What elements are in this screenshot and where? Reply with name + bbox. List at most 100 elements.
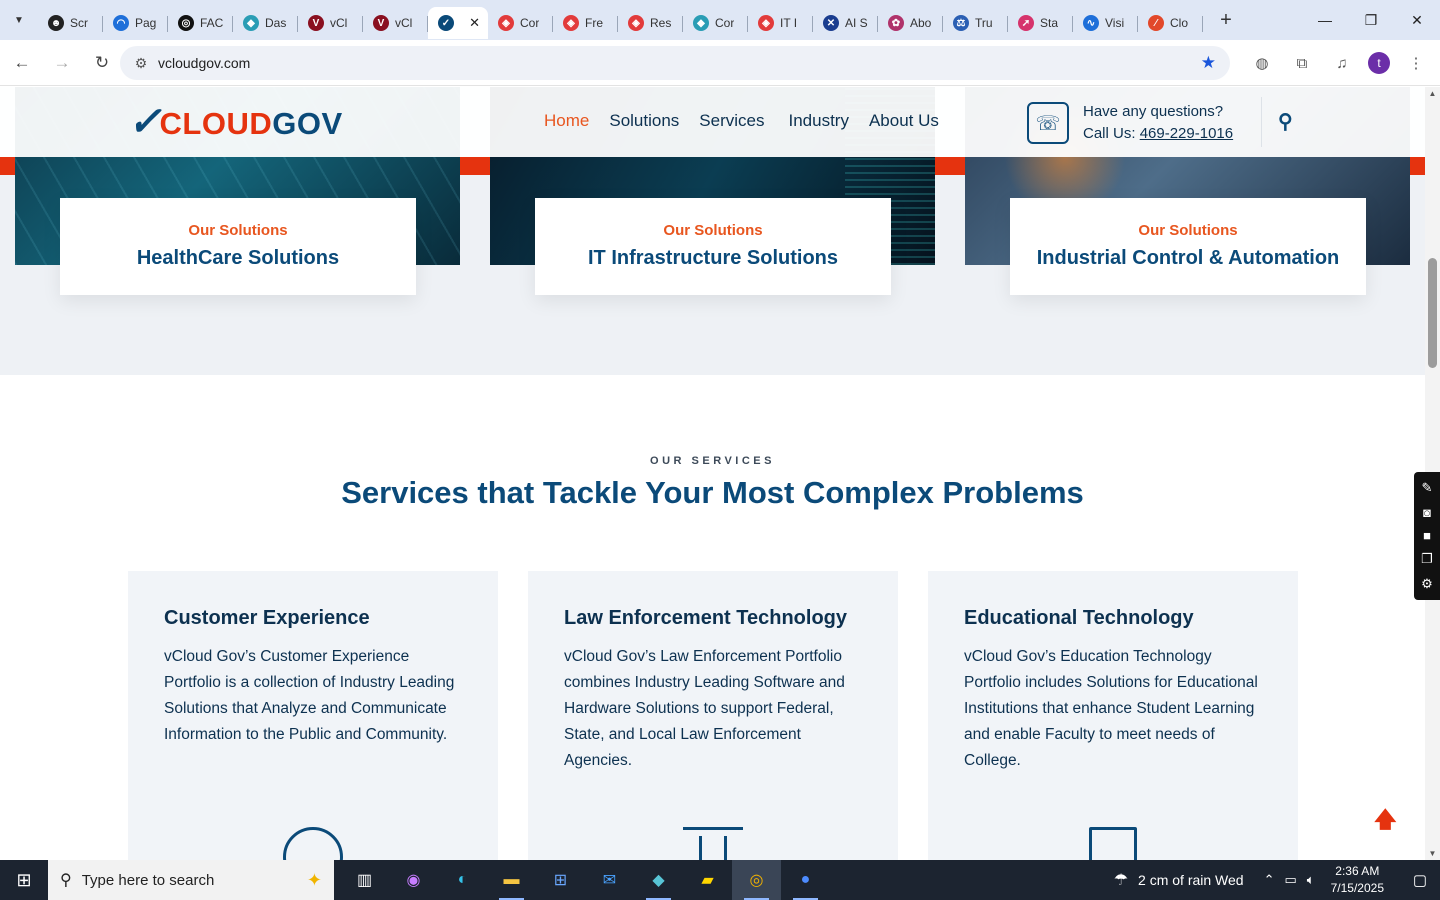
widget-pen-icon[interactable]: ✎ — [1422, 480, 1433, 496]
profile-avatar[interactable]: t — [1368, 52, 1390, 74]
browser-tab-strip: ▼ ☻ Scr ◠ Pag ◎ FAC ◆ Das VvCl VvCl ✓ ✕ ◈ Cor ◈ Fre ◈ Res… — [0, 0, 1440, 40]
service-card-educational-technology[interactable]: Educational Technology vCloud Gov’s Educ… — [928, 571, 1298, 860]
new-tab-button[interactable]: + — [1211, 5, 1241, 35]
media-control-icon[interactable]: ♫ — [1328, 46, 1356, 80]
solution-card-healthcare[interactable]: Our Solutions HealthCare Solutions — [60, 198, 416, 295]
nav-home[interactable]: Home — [544, 111, 589, 131]
solution-title[interactable]: HealthCare Solutions — [60, 247, 416, 270]
solution-title[interactable]: Industrial Control & Automation — [1010, 247, 1366, 270]
sticky-notes-icon[interactable]: ▰ — [683, 860, 732, 900]
service-card-customer-experience[interactable]: Customer Experience vCloud Gov’s Custome… — [128, 571, 498, 860]
camera-icon[interactable]: ◙ — [1423, 505, 1431, 520]
tab-favicon-icon: ◈ — [498, 15, 514, 31]
browser-tab[interactable]: ∿ Visi — [1073, 7, 1138, 39]
service-title[interactable]: Law Enforcement Technology — [564, 607, 862, 630]
minimize-icon: — — [1318, 12, 1332, 28]
task-view-icon[interactable]: ▥ — [340, 860, 389, 900]
chrome-icon[interactable]: ◎ — [732, 860, 781, 900]
browser-tab[interactable]: ➚ Sta — [1008, 7, 1073, 39]
accent-bar — [460, 157, 490, 175]
browser-tab[interactable]: VvCl — [298, 7, 363, 39]
close-window-button[interactable]: ✕ — [1394, 0, 1440, 40]
accent-bar — [1410, 157, 1425, 175]
bookmark-star-icon[interactable]: ★ — [1201, 53, 1216, 73]
microsoft-store-icon[interactable]: ⊞ — [536, 860, 585, 900]
tab-title: Visi — [1105, 16, 1125, 30]
vpn-app-icon[interactable]: ◆ — [634, 860, 683, 900]
browser-tab[interactable]: ⚖ Tru — [943, 7, 1008, 39]
tab-favicon-icon: ➚ — [1018, 15, 1034, 31]
extensions-icon[interactable]: ⧉ — [1288, 46, 1316, 80]
arrow-right-icon: → — [53, 52, 71, 72]
restore-button[interactable]: ❐ — [1348, 0, 1394, 40]
gear-icon[interactable]: ⚙ — [1421, 576, 1433, 592]
browser-tab[interactable]: ✕ AI S — [813, 7, 878, 39]
browser-tab[interactable]: ◆ Cor — [683, 7, 748, 39]
close-tab-icon[interactable]: ✕ — [469, 15, 480, 31]
toolbar-actions: ◍ ⧉ ♫ t ⋮ — [1248, 46, 1430, 80]
address-bar[interactable]: ⚙ vcloudgov.com ★ — [120, 46, 1230, 80]
nav-industry[interactable]: Industry — [788, 111, 848, 131]
scroll-up-icon[interactable]: ▲ — [1425, 89, 1440, 98]
browser-tab[interactable]: ◈ Fre — [553, 7, 618, 39]
header-divider — [1261, 97, 1262, 147]
translate-icon[interactable]: ◍ — [1248, 46, 1276, 80]
scrollbar-thumb[interactable] — [1428, 258, 1437, 368]
browser-tab[interactable]: ◆ Das — [233, 7, 298, 39]
nav-about-us[interactable]: About Us — [869, 111, 939, 131]
phone-link[interactable]: 469-229-1016 — [1140, 125, 1233, 142]
weather-widget[interactable]: ☂ 2 cm of rain Wed — [1114, 870, 1244, 890]
scroll-down-icon[interactable]: ▼ — [1425, 849, 1440, 858]
nav-services[interactable]: Services — [699, 111, 764, 131]
zoom-icon[interactable]: ● — [781, 860, 830, 900]
video-camera-icon[interactable]: ■ — [1423, 528, 1431, 543]
taskbar-clock[interactable]: 2:36 AM 7/15/2025 — [1331, 863, 1384, 897]
phone-support-icon: ☏ — [1027, 102, 1069, 144]
reload-button[interactable]: ↻ — [84, 45, 120, 81]
copilot-icon[interactable]: ◉ — [389, 860, 438, 900]
service-card-law-enforcement[interactable]: Law Enforcement Technology vCloud Gov’s … — [528, 571, 898, 860]
tab-favicon-icon: ◈ — [563, 15, 579, 31]
browser-tab[interactable]: ◠ Pag — [103, 7, 168, 39]
url-text[interactable]: vcloudgov.com — [158, 55, 250, 71]
browser-tab[interactable]: ◎ FAC — [168, 7, 233, 39]
edge-icon[interactable]: ◐ — [438, 860, 487, 900]
weather-text: 2 cm of rain Wed — [1138, 872, 1244, 888]
minimize-button[interactable]: — — [1302, 0, 1348, 40]
site-logo[interactable]: ✓ CLOUD GOV — [128, 99, 343, 142]
browser-tab[interactable]: ✿ Abo — [878, 7, 943, 39]
site-info-icon[interactable]: ⚙ — [126, 55, 156, 72]
volume-icon[interactable]: 🔈︎ — [1307, 872, 1315, 888]
service-title[interactable]: Educational Technology — [964, 607, 1262, 630]
tab-title: Cor — [715, 16, 735, 30]
browser-tab[interactable]: ◈ IT I — [748, 7, 813, 39]
service-title[interactable]: Customer Experience — [164, 607, 462, 630]
nav-solutions[interactable]: Solutions — [609, 111, 679, 131]
browser-tab-active[interactable]: ✓ ✕ — [428, 7, 488, 39]
tab-favicon-icon: ◆ — [693, 15, 709, 31]
notification-icon[interactable]: ▢ — [1400, 871, 1440, 889]
taskbar-search[interactable]: ⚲ Type here to search ✦ — [48, 860, 334, 900]
network-icon[interactable]: ▭ — [1285, 872, 1297, 888]
file-explorer-icon[interactable]: ▬ — [487, 860, 536, 900]
back-to-top-icon[interactable]: 🡅 — [1374, 803, 1397, 841]
header-contact: ☏ Have any questions? Call Us: 469-229-1… — [1027, 101, 1233, 145]
browser-tab[interactable]: ⁄ Clo — [1138, 7, 1203, 39]
chevron-down-icon: ▼ — [14, 14, 24, 26]
browser-tab[interactable]: ◈ Cor — [488, 7, 553, 39]
tab-search-button[interactable]: ▼ — [6, 7, 32, 33]
browser-tab[interactable]: ☻ Scr — [38, 7, 103, 39]
mail-icon[interactable]: ✉ — [585, 860, 634, 900]
browser-tab[interactable]: ◈ Res — [618, 7, 683, 39]
start-button[interactable]: ⊞ — [0, 860, 48, 900]
window-capture-icon[interactable]: ❐ — [1421, 551, 1433, 567]
tray-overflow-icon[interactable]: ⌃ — [1264, 872, 1275, 888]
solution-title[interactable]: IT Infrastructure Solutions — [535, 247, 891, 270]
forward-button[interactable]: → — [44, 45, 80, 81]
back-button[interactable]: ← — [4, 45, 40, 81]
solution-card-it-infrastructure[interactable]: Our Solutions IT Infrastructure Solution… — [535, 198, 891, 295]
more-menu-icon[interactable]: ⋮ — [1402, 46, 1430, 80]
search-icon[interactable]: ⚲ — [1278, 109, 1293, 134]
solution-card-industrial[interactable]: Our Solutions Industrial Control & Autom… — [1010, 198, 1366, 295]
browser-tab[interactable]: VvCl — [363, 7, 428, 39]
